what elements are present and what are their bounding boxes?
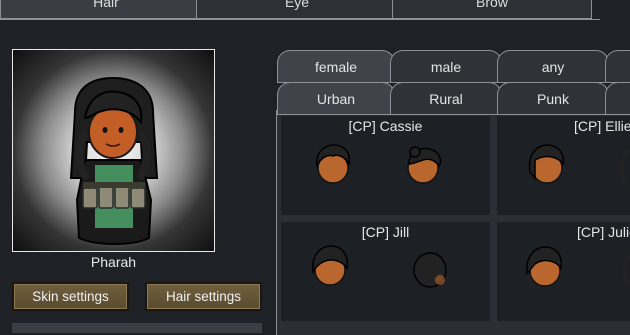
tab-brow[interactable]: Brow xyxy=(392,0,592,19)
pawn-portrait xyxy=(12,49,215,252)
hair-settings-button[interactable]: Hair settings xyxy=(145,282,262,311)
tab-overflow[interactable] xyxy=(605,82,630,115)
pawn-name: Pharah xyxy=(90,254,137,270)
tab-hair[interactable]: Hair xyxy=(0,0,212,19)
hair-option-name: [CP] Ellie xyxy=(574,118,630,134)
hair-preview-front xyxy=(528,144,565,184)
tab-label: male xyxy=(430,58,462,75)
hair-option-cassie[interactable]: [CP] Cassie xyxy=(281,116,490,215)
tab-label: Brow xyxy=(476,0,508,10)
tab-label: Urban xyxy=(316,90,356,107)
hair-preview-front xyxy=(526,246,563,288)
hair-preview-back xyxy=(413,252,447,288)
tab-punk[interactable]: Punk xyxy=(497,82,609,115)
tab-label: Hair xyxy=(93,0,119,10)
hair-option-jill[interactable]: [CP] Jill xyxy=(281,222,490,321)
bottom-bar xyxy=(12,323,262,333)
hair-option-name: [CP] Cassie xyxy=(348,118,423,134)
pawn-figure xyxy=(69,76,159,245)
hair-preview-front xyxy=(312,245,349,286)
tab-rural[interactable]: Rural xyxy=(390,82,502,115)
tab-urban[interactable]: Urban xyxy=(277,82,395,115)
hair-option-julie[interactable]: [CP] Julie xyxy=(497,222,630,321)
tab-overflow[interactable] xyxy=(605,50,630,83)
tab-label: any xyxy=(541,58,565,75)
hair-option-name: [CP] Jill xyxy=(361,224,410,240)
tab-label: Eye xyxy=(284,0,310,10)
tab-label: Rural xyxy=(429,90,463,107)
hair-preview-side xyxy=(407,146,442,184)
tab-female[interactable]: female xyxy=(277,50,395,83)
tab-male[interactable]: male xyxy=(390,50,502,83)
tab-label: female xyxy=(314,58,358,75)
hair-option-name: [CP] Julie xyxy=(577,224,630,240)
tab-eye[interactable]: Eye xyxy=(196,0,398,19)
hair-option-ellie[interactable]: [CP] Ellie xyxy=(497,116,630,215)
skin-settings-button[interactable]: Skin settings xyxy=(12,282,129,311)
tab-label: Punk xyxy=(537,90,569,107)
tab-any[interactable]: any xyxy=(497,50,609,83)
hair-preview-side xyxy=(620,148,630,187)
tab-divider xyxy=(0,19,600,20)
hair-preview-side xyxy=(622,252,630,287)
hair-preview-front xyxy=(316,144,351,184)
